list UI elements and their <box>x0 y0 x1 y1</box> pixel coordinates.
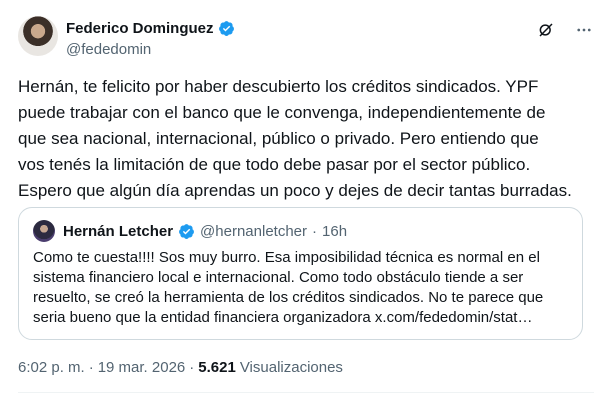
quoted-tweet-header: Hernán Letcher @hernanletcher · 16h <box>33 220 568 242</box>
tweet-text: Hernán, te felicito por haber descubiert… <box>18 77 572 200</box>
quoted-timestamp: 16h <box>322 222 348 240</box>
views-label: Visualizaciones <box>239 359 343 376</box>
author-display-name[interactable]: Federico Dominguez <box>66 20 214 37</box>
quoted-tweet[interactable]: Hernán Letcher @hernanletcher · 16h Como… <box>18 207 583 340</box>
divider <box>18 392 594 393</box>
meta-separator: · <box>189 359 195 376</box>
tweet-metadata: 6:02 p. m. · 19 mar. 2026 · 5.621 Visual… <box>18 359 343 376</box>
meta-separator: · <box>88 359 94 376</box>
header-actions <box>536 20 594 40</box>
quoted-author-handle: @hernanletcher <box>200 222 308 240</box>
author-info: Federico Dominguez @fededomin <box>66 18 235 58</box>
grok-icon[interactable] <box>536 20 556 40</box>
tweet-time[interactable]: 6:02 p. m. <box>18 359 85 376</box>
author-name-row: Federico Dominguez <box>66 18 235 38</box>
quoted-tweet-text: Como te cuesta!!!! Sos muy burro. Esa im… <box>33 249 544 326</box>
quoted-separator: · <box>312 222 318 240</box>
quoted-author-display-name: Hernán Letcher <box>63 222 174 240</box>
quoted-author-avatar <box>33 220 55 242</box>
author-avatar[interactable] <box>18 16 58 56</box>
views-count: 5.621 <box>198 359 236 376</box>
tweet-header: Federico Dominguez @fededomin <box>18 14 594 62</box>
tweet-date[interactable]: 19 mar. 2026 <box>98 359 186 376</box>
more-dots-icon[interactable] <box>574 20 594 40</box>
quoted-verified-badge-icon <box>179 223 194 239</box>
verified-badge-icon <box>218 20 234 36</box>
author-handle[interactable]: @fededomin <box>66 41 235 58</box>
